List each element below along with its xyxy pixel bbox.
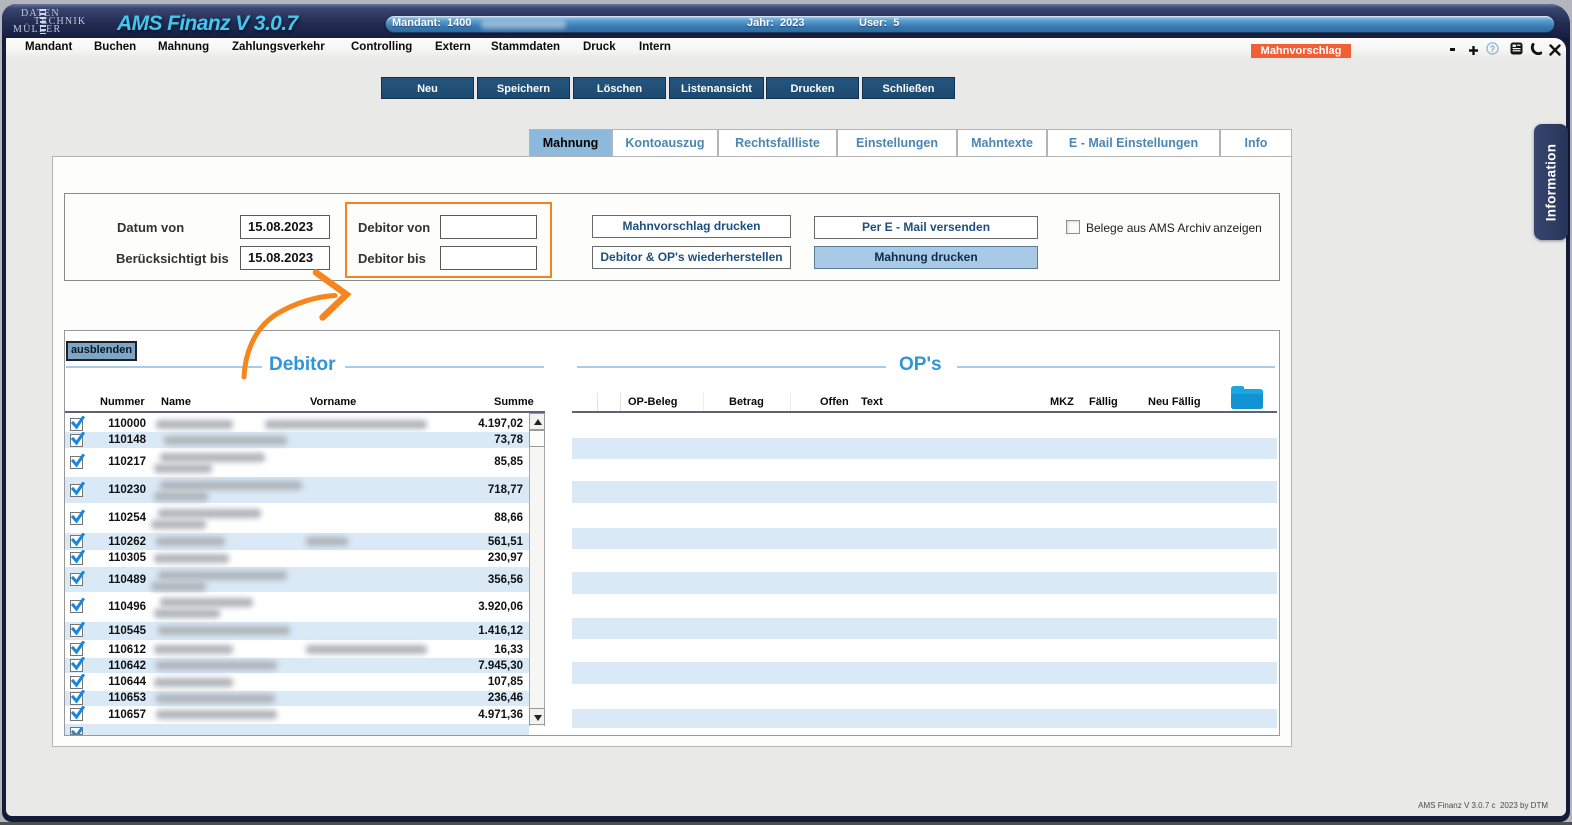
svg-text:?: ?	[1490, 44, 1496, 54]
